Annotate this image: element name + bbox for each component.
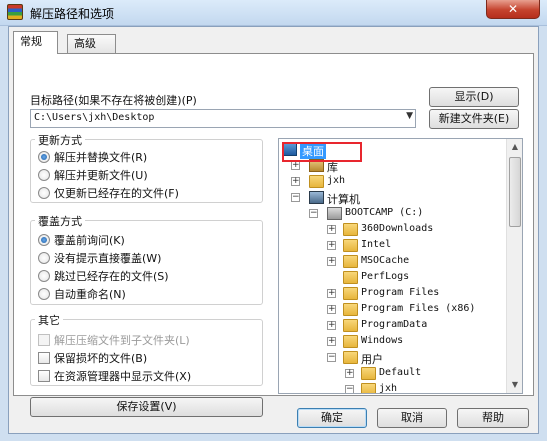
winrar-app-icon (7, 4, 23, 20)
folder-icon (343, 351, 358, 364)
update-mode-title: 更新方式 (35, 132, 85, 148)
target-path-combobox[interactable]: C:\Users\jxh\Desktop ▼ (30, 109, 416, 128)
update-mode-group: 更新方式 解压并替换文件(R) 解压并更新文件(U) 仅更新已经存在的文件(F) (30, 132, 263, 203)
title-bar: 解压路径和选项 ✕ (0, 0, 547, 26)
chevron-down-icon[interactable]: ▼ (406, 111, 413, 121)
folder-icon (343, 335, 358, 348)
overwrite-option-no-prompt[interactable]: 没有提示直接覆盖(W) (38, 250, 161, 266)
annotation-highlight-box (282, 142, 362, 162)
misc-option-subfolder[interactable]: 解压压缩文件到子文件夹(L) (38, 332, 190, 348)
computer-icon (309, 191, 324, 204)
folder-icon (343, 223, 358, 236)
update-option-replace[interactable]: 解压并替换文件(R) (38, 149, 147, 165)
close-window-button[interactable]: ✕ (486, 0, 540, 19)
general-tab-panel: 目标路径(如果不存在将被创建)(P) C:\Users\jxh\Desktop … (13, 53, 534, 417)
scroll-down-arrow-icon[interactable]: ▼ (507, 377, 522, 393)
expand-plus-icon[interactable]: + (327, 305, 336, 314)
expand-plus-icon[interactable]: + (327, 321, 336, 330)
collapse-minus-icon[interactable]: − (345, 385, 354, 393)
update-option-update[interactable]: 解压并更新文件(U) (38, 167, 148, 183)
new-folder-button[interactable]: 新建文件夹(E) (429, 109, 519, 129)
folder-icon (343, 303, 358, 316)
drive-icon (327, 207, 342, 220)
misc-group: 其它 解压压缩文件到子文件夹(L) 保留损坏的文件(B) 在资源管理器中显示文件… (30, 312, 263, 386)
overwrite-option-skip[interactable]: 跳过已经存在的文件(S) (38, 268, 169, 284)
tree-scrollbar[interactable]: ▲ ▼ (506, 139, 522, 393)
window-title: 解压路径和选项 (30, 7, 115, 21)
overwrite-option-ask[interactable]: 覆盖前询问(K) (38, 232, 125, 248)
radio-button-checked[interactable] (38, 151, 50, 163)
collapse-minus-icon[interactable]: − (309, 209, 318, 218)
radio-button[interactable] (38, 252, 50, 264)
target-path-label: 目标路径(如果不存在将被创建)(P) (30, 94, 197, 107)
expand-plus-icon[interactable]: + (327, 241, 336, 250)
overwrite-mode-title: 覆盖方式 (35, 213, 85, 229)
collapse-minus-icon[interactable]: − (291, 193, 300, 202)
cancel-button[interactable]: 取消 (377, 408, 447, 428)
tab-advanced[interactable]: 高级 (67, 34, 116, 53)
folder-icon (343, 271, 358, 284)
ok-button[interactable]: 确定 (297, 408, 367, 428)
expand-plus-icon[interactable]: + (291, 161, 300, 170)
folder-tree[interactable]: 桌面 + 库 + jxh − 计算机 − BOOTCAMP (C:) + 360… (278, 138, 523, 394)
folder-icon (343, 287, 358, 300)
overwrite-mode-group: 覆盖方式 覆盖前询问(K) 没有提示直接覆盖(W) 跳过已经存在的文件(S) 自… (30, 213, 263, 305)
dialog-client: 常规 高级 目标路径(如果不存在将被创建)(P) C:\Users\jxh\De… (8, 26, 539, 434)
radio-button[interactable] (38, 187, 50, 199)
radio-button-checked[interactable] (38, 234, 50, 246)
misc-option-show-in-explorer[interactable]: 在资源管理器中显示文件(X) (38, 368, 191, 384)
collapse-minus-icon[interactable]: − (327, 353, 336, 362)
checkbox[interactable] (38, 352, 50, 364)
folder-icon (361, 383, 376, 393)
target-path-value: C:\Users\jxh\Desktop (34, 112, 155, 123)
expand-plus-icon[interactable]: + (327, 289, 336, 298)
scrollbar-thumb[interactable] (509, 157, 521, 227)
close-icon: ✕ (507, 2, 519, 16)
overwrite-option-rename[interactable]: 自动重命名(N) (38, 286, 126, 302)
radio-button[interactable] (38, 169, 50, 181)
save-settings-button[interactable]: 保存设置(V) (30, 397, 263, 417)
tab-general[interactable]: 常规 (13, 31, 58, 54)
radio-button[interactable] (38, 270, 50, 282)
expand-plus-icon[interactable]: + (327, 225, 336, 234)
checkbox-disabled[interactable] (38, 334, 50, 346)
folder-icon (343, 239, 358, 252)
folder-icon (361, 367, 376, 380)
folder-icon (343, 255, 358, 268)
update-option-existing-only[interactable]: 仅更新已经存在的文件(F) (38, 185, 179, 201)
folder-icon (343, 319, 358, 332)
checkbox[interactable] (38, 370, 50, 382)
misc-title: 其它 (35, 312, 63, 328)
expand-plus-icon[interactable]: + (345, 369, 354, 378)
show-button[interactable]: 显示(D) (429, 87, 519, 107)
scroll-up-arrow-icon[interactable]: ▲ (507, 139, 522, 155)
expand-plus-icon[interactable]: + (291, 177, 300, 186)
expand-plus-icon[interactable]: + (327, 257, 336, 266)
user-folder-icon (309, 175, 324, 188)
radio-button[interactable] (38, 288, 50, 300)
expand-plus-icon[interactable]: + (327, 337, 336, 346)
help-button[interactable]: 帮助 (457, 408, 529, 428)
misc-option-keep-broken[interactable]: 保留损坏的文件(B) (38, 350, 147, 366)
